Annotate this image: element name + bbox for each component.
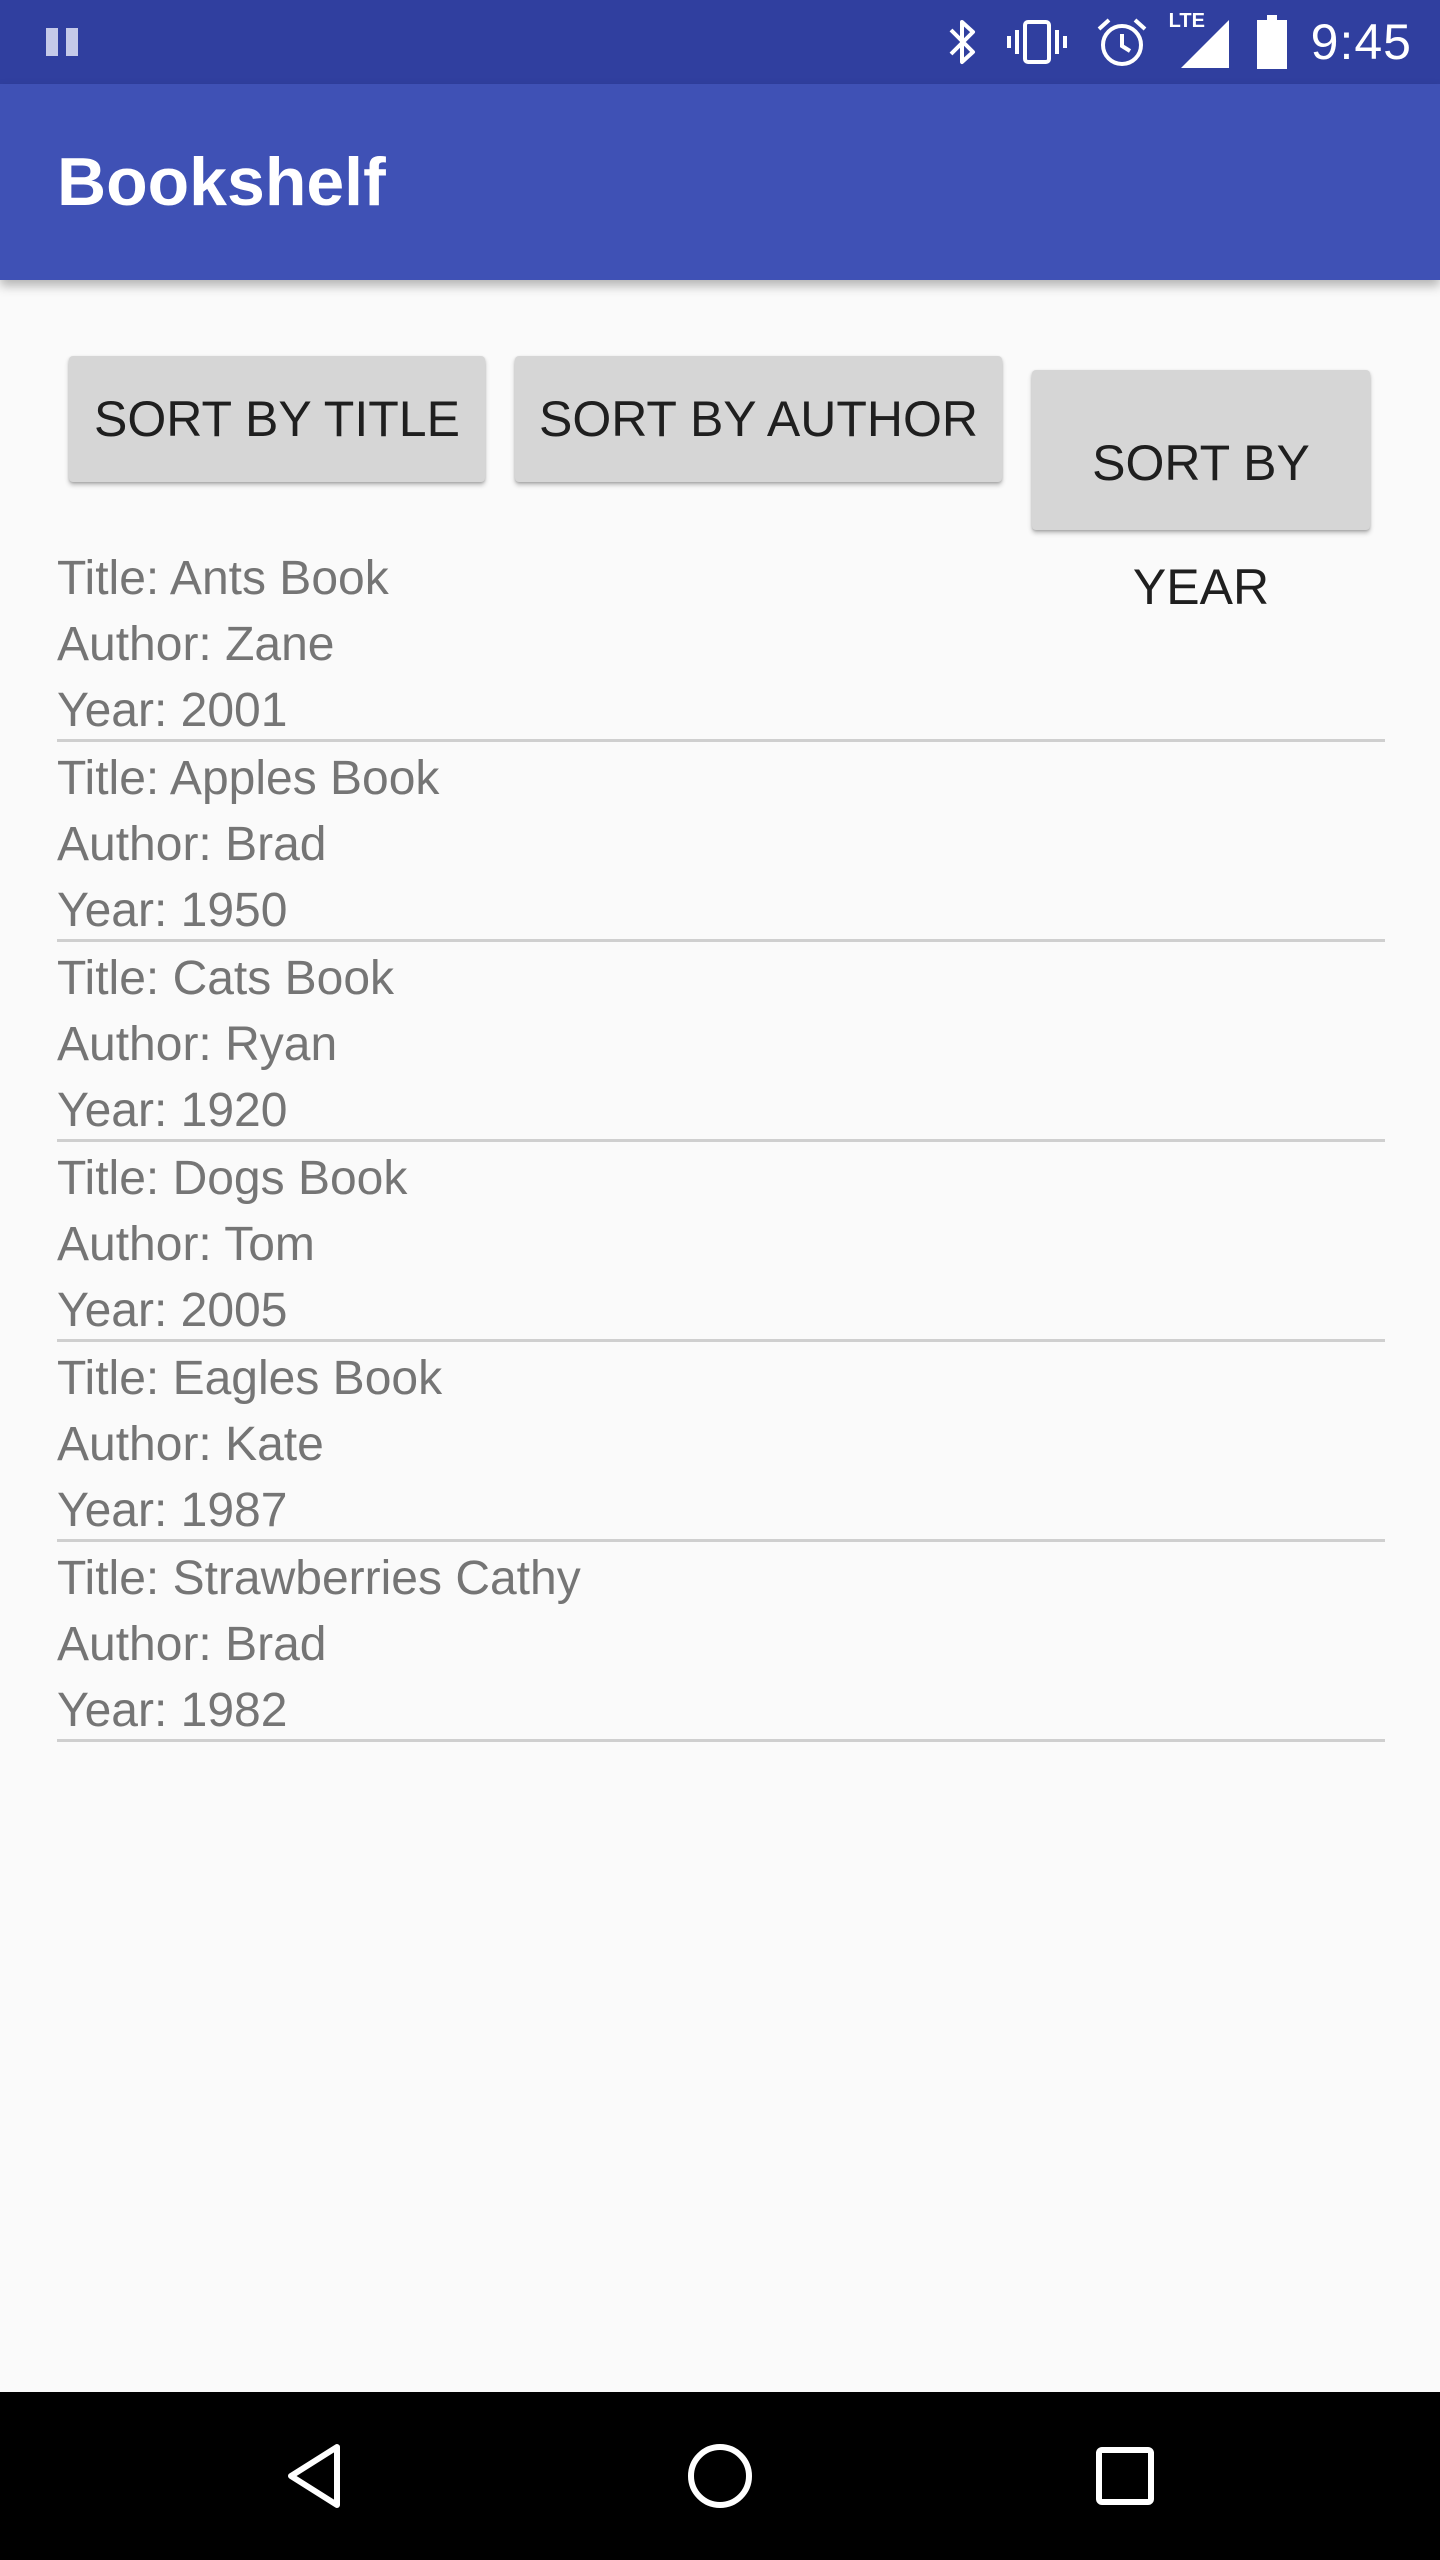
book-title: Title: Dogs Book <box>57 1152 408 1205</box>
pause-icon <box>46 28 80 56</box>
bluetooth-icon <box>949 20 975 64</box>
book-year: Year: 1950 <box>57 884 288 937</box>
vibrate-icon <box>1006 20 1067 64</box>
book-title: Title: Strawberries Cathy <box>57 1552 581 1605</box>
sort-by-title-button[interactable]: SORT BY TITLE <box>69 356 485 482</box>
book-year: Year: 2005 <box>57 1284 288 1337</box>
list-item[interactable]: Title: Eagles Book Author: Kate Year: 19… <box>57 1342 1385 1542</box>
list-item[interactable]: Title: Cats Book Author: Ryan Year: 1920 <box>57 942 1385 1142</box>
status-bar: LTE 9:45 <box>0 0 1440 84</box>
book-year: Year: 2001 <box>57 684 288 737</box>
app-bar: Bookshelf <box>0 84 1440 280</box>
clock: 9:45 <box>1310 14 1412 70</box>
list-item[interactable]: Title: Strawberries Cathy Author: Brad Y… <box>57 1542 1385 1742</box>
sort-by-author-label: SORT BY AUTHOR <box>538 391 978 447</box>
battery-icon <box>1256 15 1287 69</box>
book-title: Title: Cats Book <box>57 952 395 1005</box>
book-author: Author: Ryan <box>57 1018 338 1071</box>
back-icon <box>288 2444 340 2508</box>
home-button[interactable] <box>620 2392 820 2560</box>
sort-by-year-label-line1: SORT BY <box>1092 435 1310 491</box>
book-year: Year: 1982 <box>57 1684 288 1737</box>
home-icon <box>688 2444 752 2508</box>
book-title: Title: Apples Book <box>57 752 440 805</box>
lte-label: LTE <box>1168 10 1205 32</box>
sort-by-author-button[interactable]: SORT BY AUTHOR <box>515 356 1002 482</box>
lte-signal-icon: LTE <box>1169 10 1231 70</box>
recents-button[interactable] <box>1025 2392 1225 2560</box>
back-button[interactable] <box>215 2392 415 2560</box>
recents-icon <box>1096 2447 1154 2505</box>
navigation-bar <box>0 2392 1440 2560</box>
book-list: Title: Ants Book Author: Zane Year: 2001… <box>57 542 1385 1742</box>
book-author: Author: Zane <box>57 618 335 671</box>
book-author: Author: Kate <box>57 1418 324 1471</box>
book-author: Author: Brad <box>57 818 327 871</box>
list-item[interactable]: Title: Ants Book Author: Zane Year: 2001 <box>57 542 1385 742</box>
alarm-icon <box>1097 18 1147 66</box>
book-author: Author: Brad <box>57 1618 327 1671</box>
list-item[interactable]: Title: Dogs Book Author: Tom Year: 2005 <box>57 1142 1385 1342</box>
page-title: Bookshelf <box>57 144 386 220</box>
book-title: Title: Ants Book <box>57 552 389 605</box>
book-title: Title: Eagles Book <box>57 1352 443 1405</box>
sort-by-title-label: SORT BY TITLE <box>94 391 460 447</box>
list-item[interactable]: Title: Apples Book Author: Brad Year: 19… <box>57 742 1385 942</box>
status-icons: LTE 9:45 <box>919 0 1412 84</box>
book-author: Author: Tom <box>57 1218 315 1271</box>
book-year: Year: 1920 <box>57 1084 288 1137</box>
sort-by-year-button[interactable]: SORT BY YEAR <box>1032 370 1370 615</box>
book-year: Year: 1987 <box>57 1484 288 1537</box>
